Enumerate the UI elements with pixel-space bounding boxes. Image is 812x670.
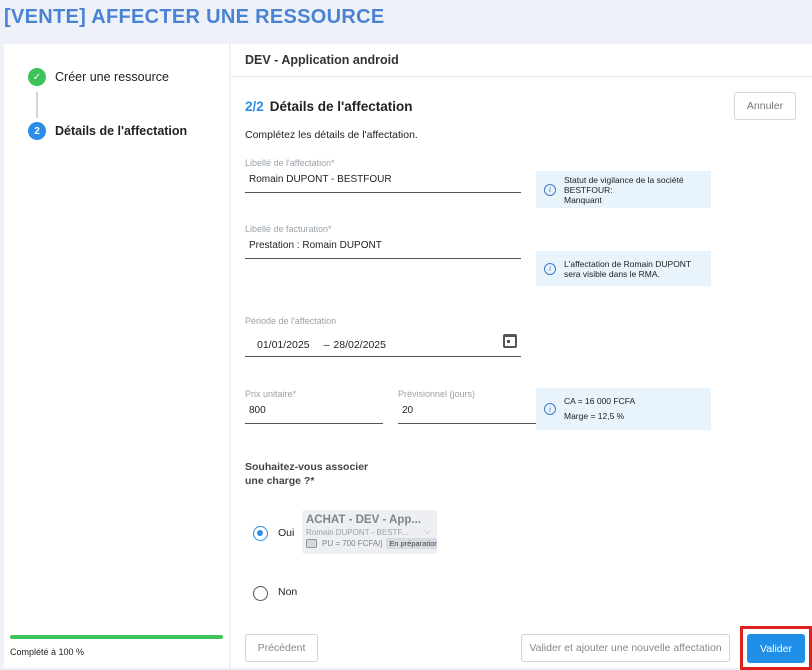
info-icon: i bbox=[544, 183, 556, 196]
assignment-label-input[interactable]: Romain DUPONT - BESTFOUR bbox=[245, 174, 521, 193]
project-title: DEV - Application android bbox=[245, 53, 399, 67]
stepper-panel: ✓ Créer une ressource 2 Détails de l'aff… bbox=[4, 44, 229, 668]
field-label: Prévisionnel (jours) bbox=[398, 389, 476, 399]
validate-and-add-button[interactable]: Valider et ajouter une nouvelle affectat… bbox=[521, 634, 730, 662]
step-number-badge: 2 bbox=[28, 122, 46, 140]
start-date: 01/01/2025 bbox=[257, 338, 310, 351]
field-label: Libellé de l'affectation* bbox=[245, 158, 335, 168]
section-description: Complétez les détails de l'affectation. bbox=[245, 129, 418, 141]
charge-subtitle: Romain DUPONT - BESTF... bbox=[306, 528, 409, 537]
period-input[interactable]: 01/01/2025 – 28/02/2025 bbox=[245, 333, 521, 357]
step-connector bbox=[36, 92, 38, 118]
chevron-down-icon: ⌵ bbox=[424, 526, 431, 536]
step-label: Créer une ressource bbox=[55, 70, 169, 84]
validate-button[interactable]: Valider bbox=[747, 634, 805, 663]
check-icon: ✓ bbox=[28, 68, 46, 86]
charge-select[interactable]: ACHAT - DEV - App... Romain DUPONT - BES… bbox=[302, 510, 437, 554]
end-date: 28/02/2025 bbox=[333, 338, 386, 351]
section-title: 2/2 Détails de l'affectation bbox=[245, 99, 413, 114]
step-label: Détails de l'affectation bbox=[55, 124, 188, 138]
vigilance-info-box: i Statut de vigilance de la société BEST… bbox=[536, 171, 711, 208]
date-separator: – bbox=[323, 338, 330, 351]
info-icon: i bbox=[544, 403, 556, 415]
field-label: Libellé de facturation* bbox=[245, 224, 332, 234]
billing-label-field: Libellé de facturation* Prestation : Rom… bbox=[245, 224, 521, 259]
info-text: Statut de vigilance de la société BESTFO… bbox=[564, 174, 684, 205]
ca-margin-info-box: i CA = 16 000 FCFA Marge = 12,5 % bbox=[536, 388, 711, 430]
info-icon: i bbox=[544, 262, 556, 275]
section-title-text: Détails de l'affectation bbox=[269, 99, 413, 114]
field-label: Période de l'affectation bbox=[245, 316, 337, 326]
info-text: L'affectation de Romain DUPONT sera visib… bbox=[564, 258, 692, 279]
radio-non[interactable] bbox=[253, 586, 268, 601]
main-header: DEV - Application android bbox=[231, 44, 812, 77]
forecast-days-field: Prévisionnel (jours) 20 bbox=[398, 389, 536, 424]
step-assignment-details[interactable]: 2 Détails de l'affectation bbox=[28, 122, 187, 140]
previous-button[interactable]: Précédent bbox=[245, 634, 318, 662]
info-text: CA = 16 000 FCFA Marge = 12,5 % bbox=[564, 396, 636, 421]
page-title: [VENTE] AFFECTER UNE RESSOURCE bbox=[4, 6, 385, 28]
billing-label-input[interactable]: Prestation : Romain DUPONT bbox=[245, 240, 521, 259]
radio-oui-label[interactable]: Oui bbox=[278, 527, 294, 539]
calendar-icon[interactable] bbox=[503, 334, 517, 348]
progress-text: Complété à 100 % bbox=[10, 647, 85, 657]
coins-icon bbox=[306, 539, 317, 548]
field-label: Prix unitaire* bbox=[245, 389, 297, 399]
rma-info-box: i L'affectation de Romain DUPONT sera vis… bbox=[536, 251, 711, 286]
unit-price-field: Prix unitaire* 800 bbox=[245, 389, 383, 424]
radio-non-label[interactable]: Non bbox=[278, 586, 297, 598]
main-panel: DEV - Application android 2/2 Détails de … bbox=[231, 44, 812, 668]
charge-meta: PU = 700 FCFA/j En préparation bbox=[306, 538, 437, 549]
period-field: Période de l'affectation 01/01/2025 – 28… bbox=[245, 316, 521, 357]
radio-oui[interactable] bbox=[253, 526, 268, 541]
progress-fill bbox=[10, 635, 223, 639]
unit-price-input[interactable]: 800 bbox=[245, 405, 383, 424]
charge-title: ACHAT - DEV - App... bbox=[306, 514, 421, 526]
step-create-resource[interactable]: ✓ Créer une ressource bbox=[28, 68, 169, 86]
progress-bar bbox=[10, 635, 223, 639]
status-badge: En préparation bbox=[386, 538, 437, 549]
assignment-label-field: Libellé de l'affectation* Romain DUPONT … bbox=[245, 158, 521, 193]
cancel-button[interactable]: Annuler bbox=[734, 92, 796, 120]
charge-question: Souhaitez-vous associer une charge ?* bbox=[245, 461, 369, 487]
forecast-days-input[interactable]: 20 bbox=[398, 405, 536, 424]
section-step-number: 2/2 bbox=[245, 99, 264, 114]
charge-price: PU = 700 FCFA/j bbox=[322, 539, 383, 548]
